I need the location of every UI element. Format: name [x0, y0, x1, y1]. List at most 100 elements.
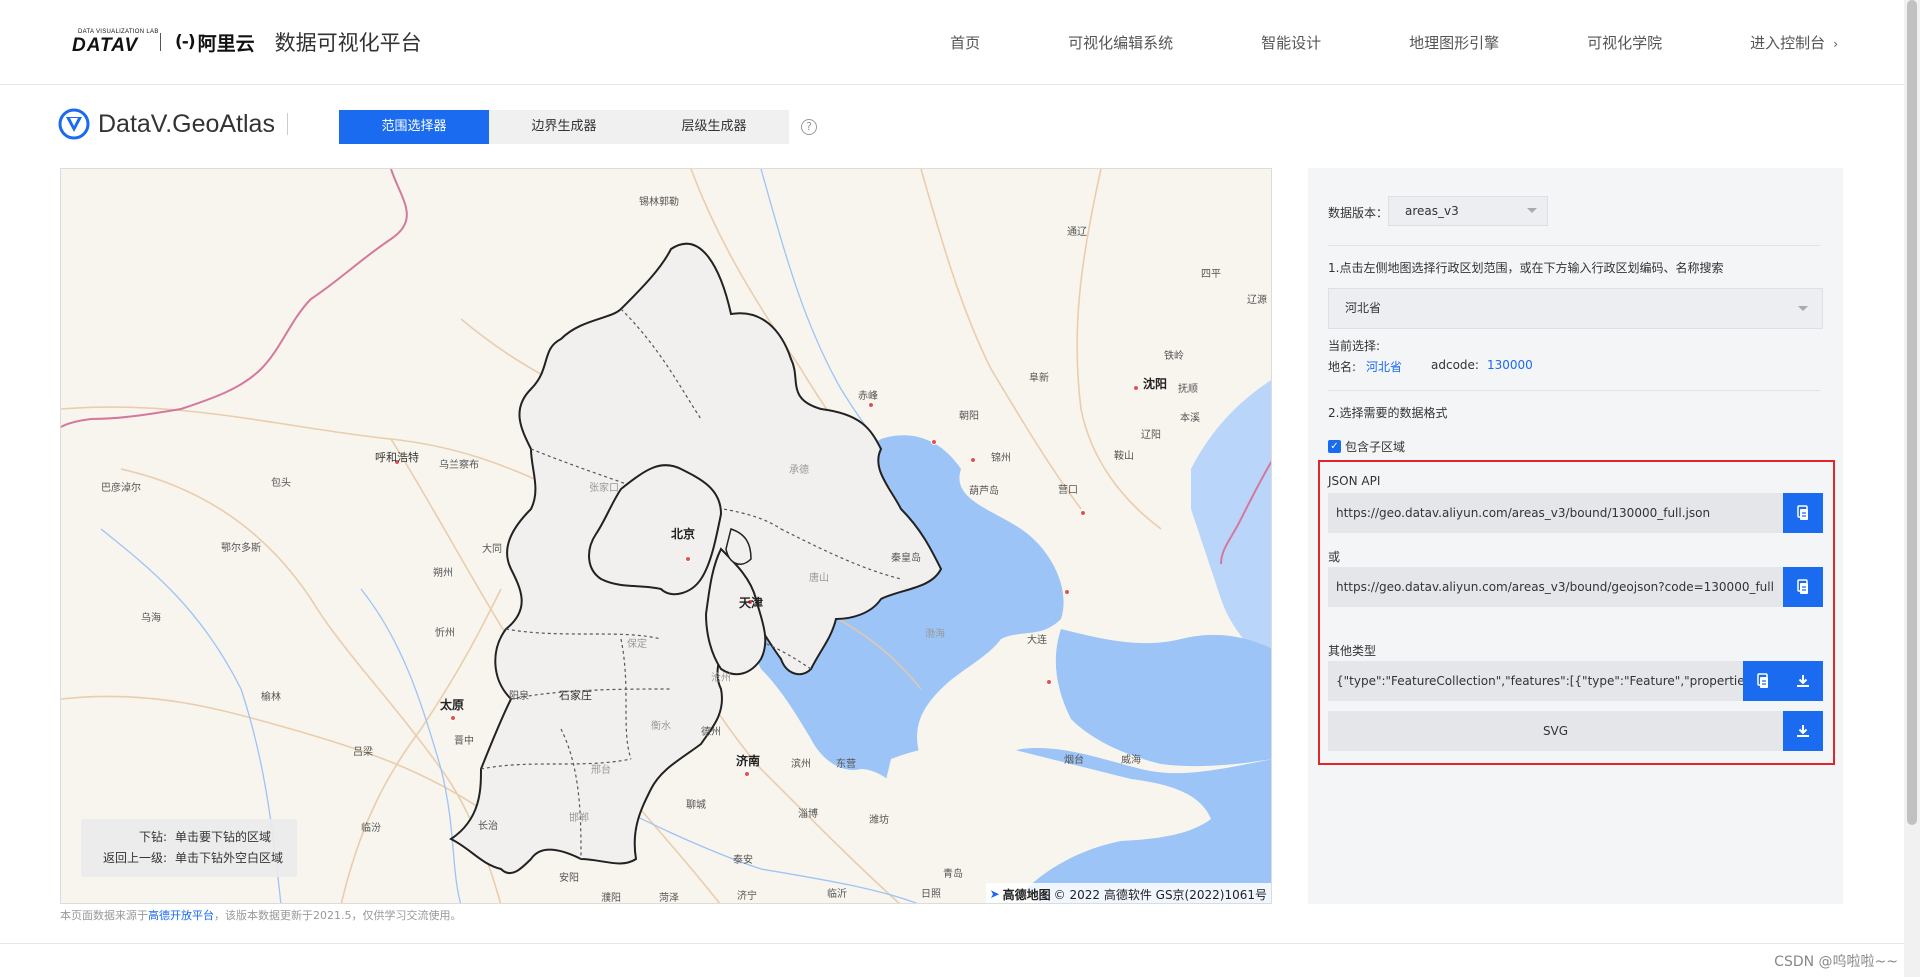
map-label-taian: 泰安	[733, 855, 753, 866]
bottom-bar	[0, 943, 1904, 977]
include-children-checkbox[interactable]: ✓ 包含子区域	[1328, 438, 1405, 455]
map-hint: 下钻: 单击要下钻的区域 返回上一级: 单击下钻外空白区域	[81, 819, 297, 877]
map-label-jinzhou: 锦州	[991, 453, 1011, 464]
place-name-value[interactable]: 河北省	[1366, 358, 1402, 375]
copy-geojson-button[interactable]	[1783, 567, 1823, 607]
nav-geo-engine[interactable]: 地理图形引擎	[1409, 32, 1499, 53]
geojson-content-field[interactable]: {"type":"FeatureCollection","features":[…	[1328, 661, 1743, 701]
map-label-tieling: 铁岭	[1164, 351, 1184, 362]
map-label-liaoyuan: 辽源	[1247, 295, 1267, 306]
footnote-suffix: ，该版本数据更新于2021.5，仅供学习交流使用。	[214, 909, 462, 922]
scrollbar-thumb[interactable]	[1907, 0, 1917, 825]
city-dot	[970, 457, 976, 463]
svg-label: SVG	[1542, 724, 1569, 738]
map-label-dongying: 东营	[836, 759, 856, 770]
map-label-chaoyang: 朝阳	[959, 411, 979, 422]
hint-up-key: 返回上一级:	[102, 851, 167, 865]
product-divider	[286, 113, 288, 135]
map-label-weihai: 威海	[1121, 755, 1141, 766]
map-label-binzhou: 滨州	[791, 759, 811, 770]
settings-panel: 数据版本： areas_v3 1.点击左侧地图选择行政区划范围，或在下方输入行政…	[1308, 168, 1843, 904]
aliyun-logo-text: 阿里云	[197, 32, 255, 55]
csdn-watermark: CSDN @呜啦啦~~	[1774, 954, 1898, 970]
main-nav: 首页 可视化编辑系统 智能设计 地理图形引擎 可视化学院 进入控制台 ›	[950, 0, 1838, 85]
step1-instruction: 1.点击左侧地图选择行政区划范围，或在下方输入行政区划编码、名称搜索	[1328, 261, 1724, 275]
geojson-url: https://geo.datav.aliyun.com/areas_v3/bo…	[1336, 580, 1774, 594]
map-label-xingtai: 邢台	[591, 765, 611, 776]
map-label-taiyuan: 太原	[440, 698, 465, 712]
footnote-prefix: 本页面数据来源于	[60, 909, 148, 922]
or-label: 或	[1328, 550, 1341, 564]
json-api-url-field[interactable]: https://geo.datav.aliyun.com/areas_v3/bo…	[1328, 493, 1783, 533]
data-version-label: 数据版本：	[1328, 206, 1389, 220]
map-label-yantai: 烟台	[1064, 755, 1084, 766]
map-label-huhehaote: 呼和浩特	[375, 451, 419, 464]
map-basemap	[61, 169, 1271, 903]
region-select[interactable]: 河北省	[1328, 288, 1823, 329]
map-label-yangquan: 阳泉	[509, 691, 529, 702]
step2-instruction: 2.选择需要的数据格式	[1328, 406, 1448, 420]
map-label-ordos: 鄂尔多斯	[221, 543, 261, 554]
map-label-qinhuangdao: 秦皇岛	[891, 553, 921, 564]
platform-title: 数据可视化平台	[274, 31, 422, 55]
adcode-label: adcode:	[1431, 358, 1479, 372]
map-label-fushun: 抚顺	[1178, 384, 1198, 395]
chevron-down-icon	[1798, 306, 1808, 311]
map-label-yulin: 榆林	[261, 692, 281, 703]
map-label-liaocheng: 聊城	[686, 800, 706, 811]
product-header: DataV.GeoAtlas	[58, 108, 288, 140]
map-label-bayannaoer: 巴彦淖尔	[101, 483, 141, 494]
checkbox-checked-icon: ✓	[1328, 440, 1341, 453]
city-dot	[868, 402, 874, 408]
map-label-anshan: 鞍山	[1114, 451, 1134, 462]
map-canvas[interactable]: 北京 天津 石家庄 太原 济南 呼和浩特 沈阳 渤海 张家口 承德 保定 唐山 …	[60, 168, 1272, 904]
map-label-zibo: 淄博	[798, 809, 818, 820]
map-label-dezhou: 德州	[701, 727, 721, 738]
json-api-url: https://geo.datav.aliyun.com/areas_v3/bo…	[1336, 506, 1711, 520]
map-label-liaoyang: 辽阳	[1141, 430, 1161, 441]
nav-console-label: 进入控制台	[1750, 34, 1826, 52]
copy-icon	[1797, 505, 1808, 520]
hint-drill-value: 单击要下钻的区域	[175, 830, 272, 844]
map-label-chifeng: 赤峰	[858, 391, 878, 402]
tab-boundary-generator[interactable]: 边界生成器	[489, 110, 639, 144]
place-name-label: 地名:	[1328, 360, 1357, 374]
geojson-url-field[interactable]: https://geo.datav.aliyun.com/areas_v3/bo…	[1328, 567, 1783, 607]
map-label-zhangjiakou: 张家口	[589, 483, 619, 494]
vertical-scrollbar[interactable]	[1904, 0, 1920, 977]
tab-range-selector[interactable]: 范围选择器	[339, 110, 489, 144]
city-dot	[685, 556, 691, 562]
adcode-value[interactable]: 130000	[1487, 358, 1533, 372]
map-label-xilinguole: 锡林郭勒	[639, 197, 679, 208]
map-label-baotou: 包头	[271, 478, 291, 489]
tab-level-generator[interactable]: 层级生成器	[639, 110, 789, 144]
copy-icon	[1797, 579, 1808, 594]
map-label-linyi: 临沂	[827, 889, 847, 900]
nav-home[interactable]: 首页	[950, 32, 980, 53]
map-label-cangzhou: 沧州	[711, 673, 731, 684]
map-label-rizhao: 日照	[921, 889, 941, 900]
map-label-anyang: 安阳	[559, 873, 579, 884]
aliyun-logo: (-) 阿里云	[175, 29, 255, 56]
data-version-select[interactable]: areas_v3	[1388, 196, 1548, 226]
divider	[1328, 245, 1820, 246]
nav-academy[interactable]: 可视化学院	[1587, 32, 1662, 53]
city-dot	[931, 439, 937, 445]
map-label-heze: 菏泽	[659, 893, 679, 904]
nav-visual-editor[interactable]: 可视化编辑系统	[1068, 32, 1173, 53]
map-label-siping: 四平	[1201, 269, 1221, 280]
nav-console[interactable]: 进入控制台 ›	[1750, 32, 1838, 53]
nav-smart-design[interactable]: 智能设计	[1261, 32, 1321, 53]
tool-tabs: 范围选择器 边界生成器 层级生成器	[339, 110, 789, 144]
download-geojson-button[interactable]	[1783, 661, 1823, 701]
download-icon	[1797, 675, 1809, 687]
hint-up-value: 单击下钻外空白区域	[175, 851, 284, 865]
copy-json-api-button[interactable]	[1783, 493, 1823, 533]
help-icon[interactable]: ?	[801, 119, 817, 135]
download-svg-button[interactable]	[1783, 711, 1823, 751]
amap-open-platform-link[interactable]: 高德开放平台	[148, 909, 214, 922]
brand[interactable]: DATA VISUALIZATION LAB DATAV (-) 阿里云 数据可…	[72, 22, 422, 62]
map-label-beijing: 北京	[671, 527, 696, 541]
geoatlas-logo-icon	[58, 108, 90, 140]
copy-geojson-content-button[interactable]	[1743, 661, 1783, 701]
